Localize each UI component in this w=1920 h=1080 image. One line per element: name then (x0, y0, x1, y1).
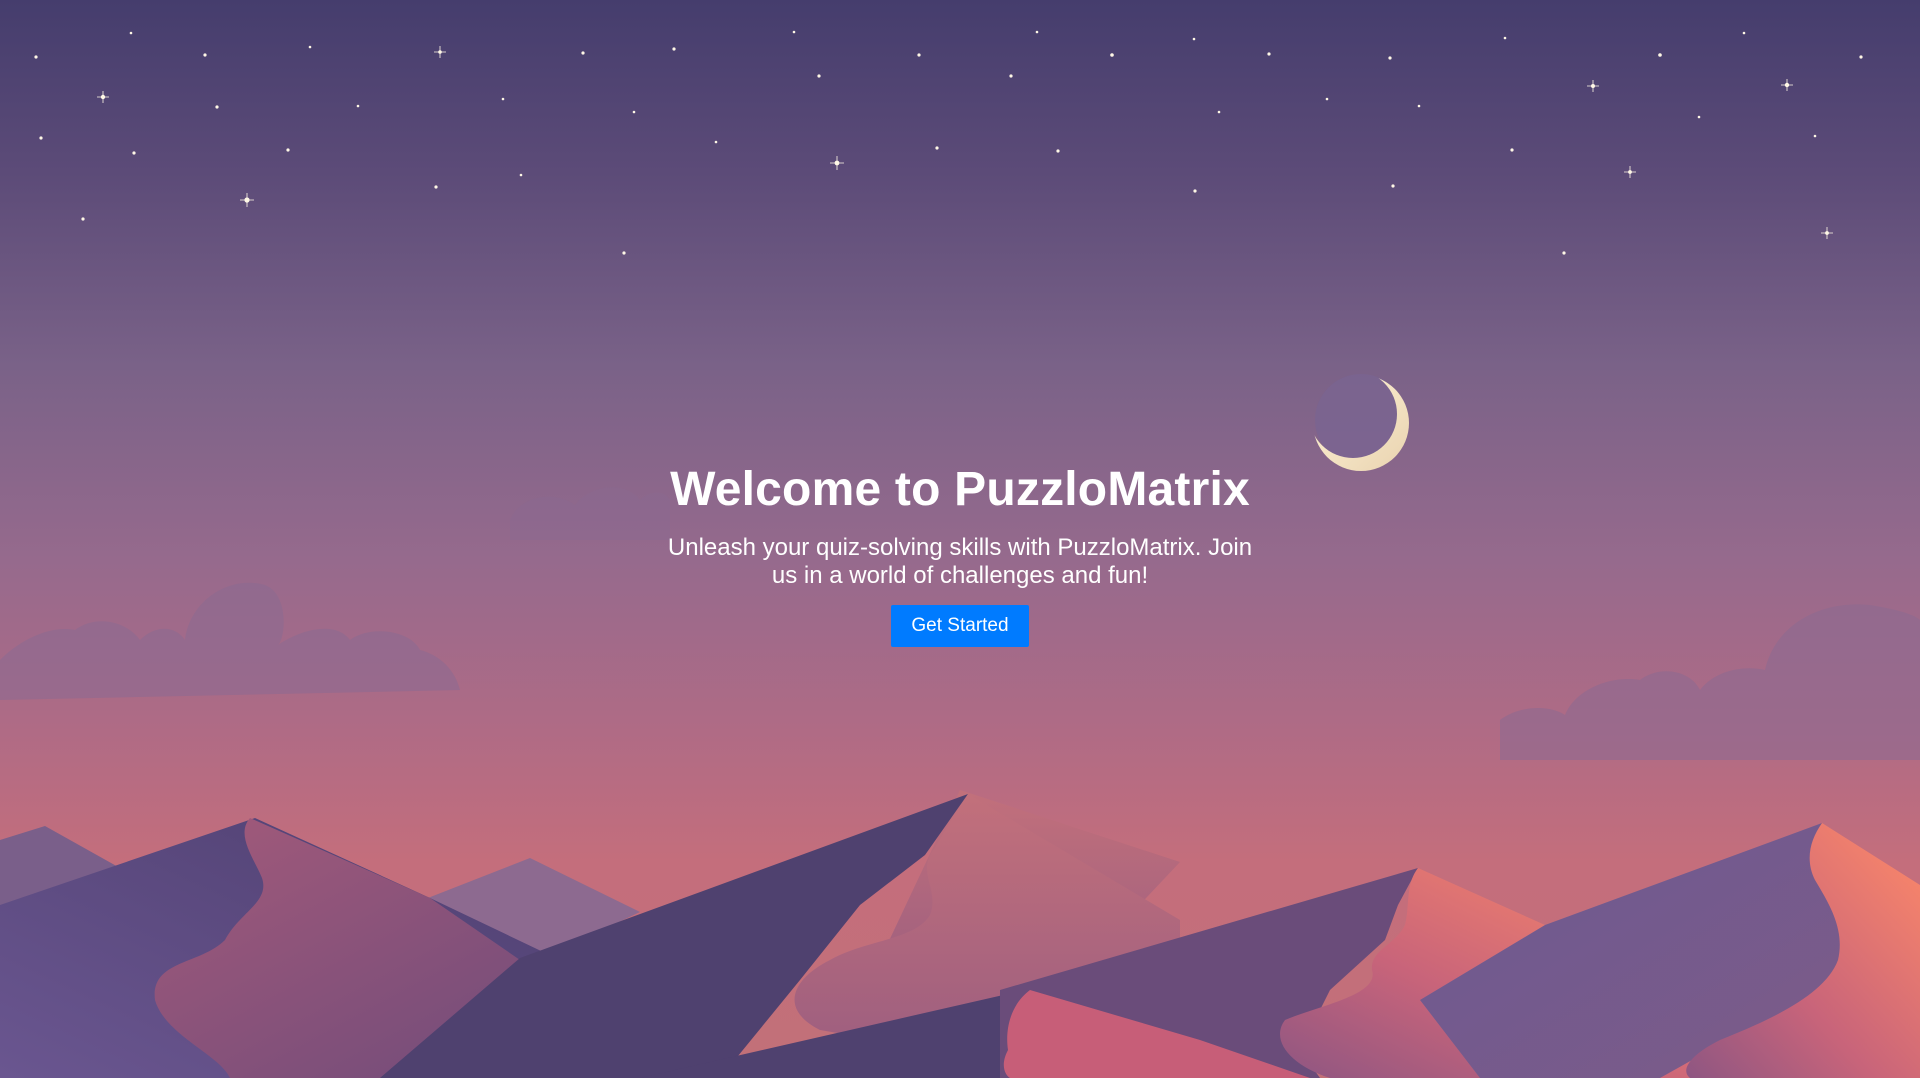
get-started-button[interactable]: Get Started (891, 605, 1029, 647)
landing-scene: Welcome to PuzzloMatrix Unleash your qui… (0, 0, 1920, 1078)
star-sparkles (97, 46, 1833, 239)
hero-section: Welcome to PuzzloMatrix Unleash your qui… (660, 462, 1260, 647)
desert-dunes (0, 790, 1920, 1078)
page-title: Welcome to PuzzloMatrix (670, 463, 1250, 516)
star-icon (34, 30, 1863, 255)
crescent-moon-icon (1313, 374, 1409, 471)
hero-subtitle: Unleash your quiz-solving skills with Pu… (667, 534, 1253, 589)
star-field (34, 30, 1863, 255)
